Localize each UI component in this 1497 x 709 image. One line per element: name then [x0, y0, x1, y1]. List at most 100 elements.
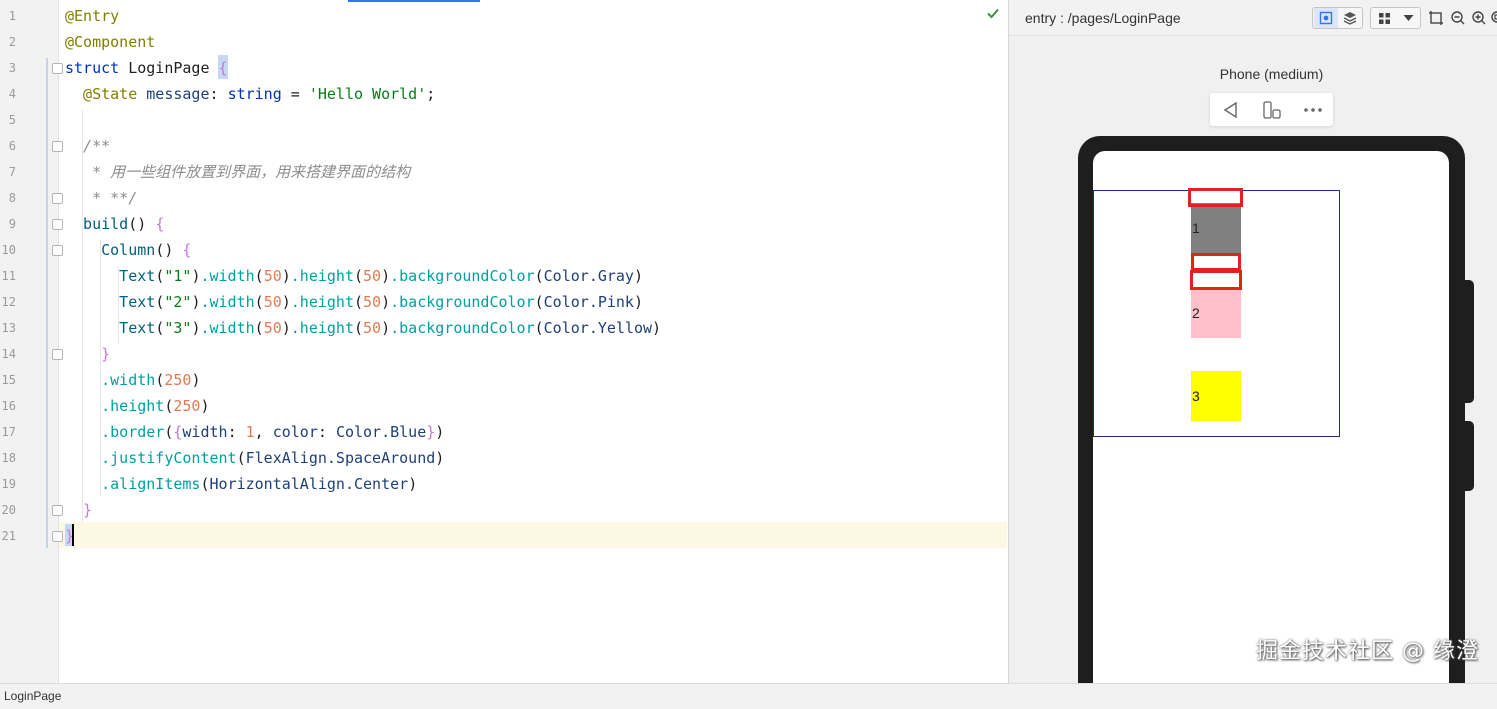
code-token: struct [65, 59, 129, 77]
code-token: ( [534, 267, 544, 285]
device-name-label: Phone (medium) [1219, 66, 1324, 82]
phone-screen[interactable]: 1 2 3 [1093, 151, 1449, 683]
code-token: ) [435, 423, 445, 441]
code-token: /** [65, 137, 111, 155]
code-token: .backgroundColor [390, 293, 535, 311]
code-token: Column [65, 241, 156, 259]
code-line: .alignItems(HorizontalAlign.Center) [65, 471, 417, 497]
crop-icon[interactable] [1427, 9, 1445, 27]
code-line: struct LoginPage { [65, 55, 228, 81]
line-number: 18 [1, 451, 16, 465]
zoom-in-icon[interactable] [1470, 9, 1488, 27]
line-number: 3 [8, 61, 16, 75]
code-token: .width [200, 267, 255, 285]
layers-icon [1343, 12, 1357, 25]
code-token: .backgroundColor [390, 319, 535, 337]
inspector-toggle-group [1312, 7, 1363, 29]
fold-marker-icon[interactable] [52, 141, 63, 152]
previewer-panel: entry : /pages/LoginPage Phone (medium) … [1008, 0, 1497, 683]
active-tab-indicator [348, 0, 480, 2]
code-token: 'Hello World' [308, 85, 427, 103]
code-line: build() { [65, 211, 164, 237]
text-item-2[interactable]: 2 [1191, 288, 1241, 338]
fold-marker-icon[interactable] [52, 349, 63, 360]
fold-marker-icon[interactable] [52, 193, 63, 204]
code-token: message [146, 85, 210, 103]
column-container[interactable]: 1 2 3 [1093, 190, 1340, 437]
fold-marker-icon[interactable] [52, 531, 63, 542]
code-token: { [182, 241, 192, 259]
code-token: build [65, 215, 129, 233]
code-token: Text [65, 293, 156, 311]
code-token: ) [200, 397, 210, 415]
code-token: .border [65, 423, 165, 441]
fold-marker-icon[interactable] [52, 63, 63, 74]
code-line: @Component [65, 29, 155, 55]
inspector-button[interactable] [1314, 8, 1338, 28]
code-line: .border({width: 1, color: Color.Blue}) [65, 419, 444, 445]
back-button[interactable] [1210, 93, 1251, 126]
code-token: ( [534, 293, 544, 311]
code-token: { [155, 215, 165, 233]
code-line: Text("3").width(50).height(50).backgroun… [65, 315, 661, 341]
code-token: string [227, 85, 282, 103]
text-item-3[interactable]: 3 [1191, 371, 1241, 421]
back-icon [1223, 101, 1237, 118]
line-number: 9 [8, 217, 16, 231]
code-token: ) [381, 267, 391, 285]
code-token: ) [435, 449, 445, 467]
layers-button[interactable] [1338, 8, 1362, 28]
code-line: } [65, 497, 92, 523]
code-token: "3" [164, 319, 192, 337]
code-token: .Blue [381, 423, 427, 441]
fold-marker-icon[interactable] [52, 245, 63, 256]
code-token: 50 [363, 267, 382, 285]
code-token: .backgroundColor [390, 267, 535, 285]
line-number: 7 [8, 165, 16, 179]
code-token: ( [534, 319, 544, 337]
zoom-out-icon[interactable] [1449, 9, 1467, 27]
grid-button[interactable] [1372, 8, 1396, 28]
rotate-button[interactable] [1251, 93, 1292, 126]
text-item-1[interactable]: 1 [1191, 203, 1241, 253]
zoom-reset-icon[interactable] [1489, 9, 1497, 27]
code-token: ( [354, 267, 364, 285]
code-token: Color [543, 319, 589, 337]
code-token: ( [155, 319, 165, 337]
code-token: 50 [263, 267, 282, 285]
dropdown-button[interactable] [1396, 8, 1420, 28]
more-button[interactable] [1292, 93, 1333, 126]
line-number: 1 [8, 9, 16, 23]
code-token: Color [543, 293, 589, 311]
code-token: .height [290, 267, 354, 285]
code-editor[interactable]: 1 2 3 4 5 6 7 8 9 10 11 12 13 14 15 16 17 18 19 20 21 @Entry… [0, 0, 1007, 683]
code-token: LoginPage [128, 59, 219, 77]
code-line: .width(250) [65, 367, 200, 393]
code-token: 50 [363, 293, 382, 311]
code-token: ) [191, 371, 201, 389]
code-token: Color [335, 423, 382, 441]
line-number: 14 [1, 347, 16, 361]
code-token: ( [155, 371, 165, 389]
code-token: } [65, 345, 111, 363]
text-caret [72, 524, 74, 546]
code-line: } [65, 341, 110, 367]
grid-icon [1378, 12, 1390, 24]
code-token: , [254, 423, 273, 441]
code-token: .height [290, 293, 354, 311]
code-token: FlexAlign [245, 449, 327, 467]
line-number: 20 [1, 503, 16, 517]
line-number: 5 [8, 113, 16, 127]
code-token: = [281, 85, 309, 103]
fold-marker-icon[interactable] [52, 505, 63, 516]
line-number: 11 [1, 269, 16, 283]
code-token: 1 [245, 423, 255, 441]
code-token: @State [65, 85, 147, 103]
fold-marker-icon[interactable] [52, 219, 63, 230]
code-line: Text("2").width(50).height(50).backgroun… [65, 289, 643, 315]
code-token: ) [381, 319, 391, 337]
annotation-highlight [1188, 188, 1243, 207]
code-token: ) [281, 267, 291, 285]
line-number: 12 [1, 295, 16, 309]
code-token: .Gray [588, 267, 634, 285]
